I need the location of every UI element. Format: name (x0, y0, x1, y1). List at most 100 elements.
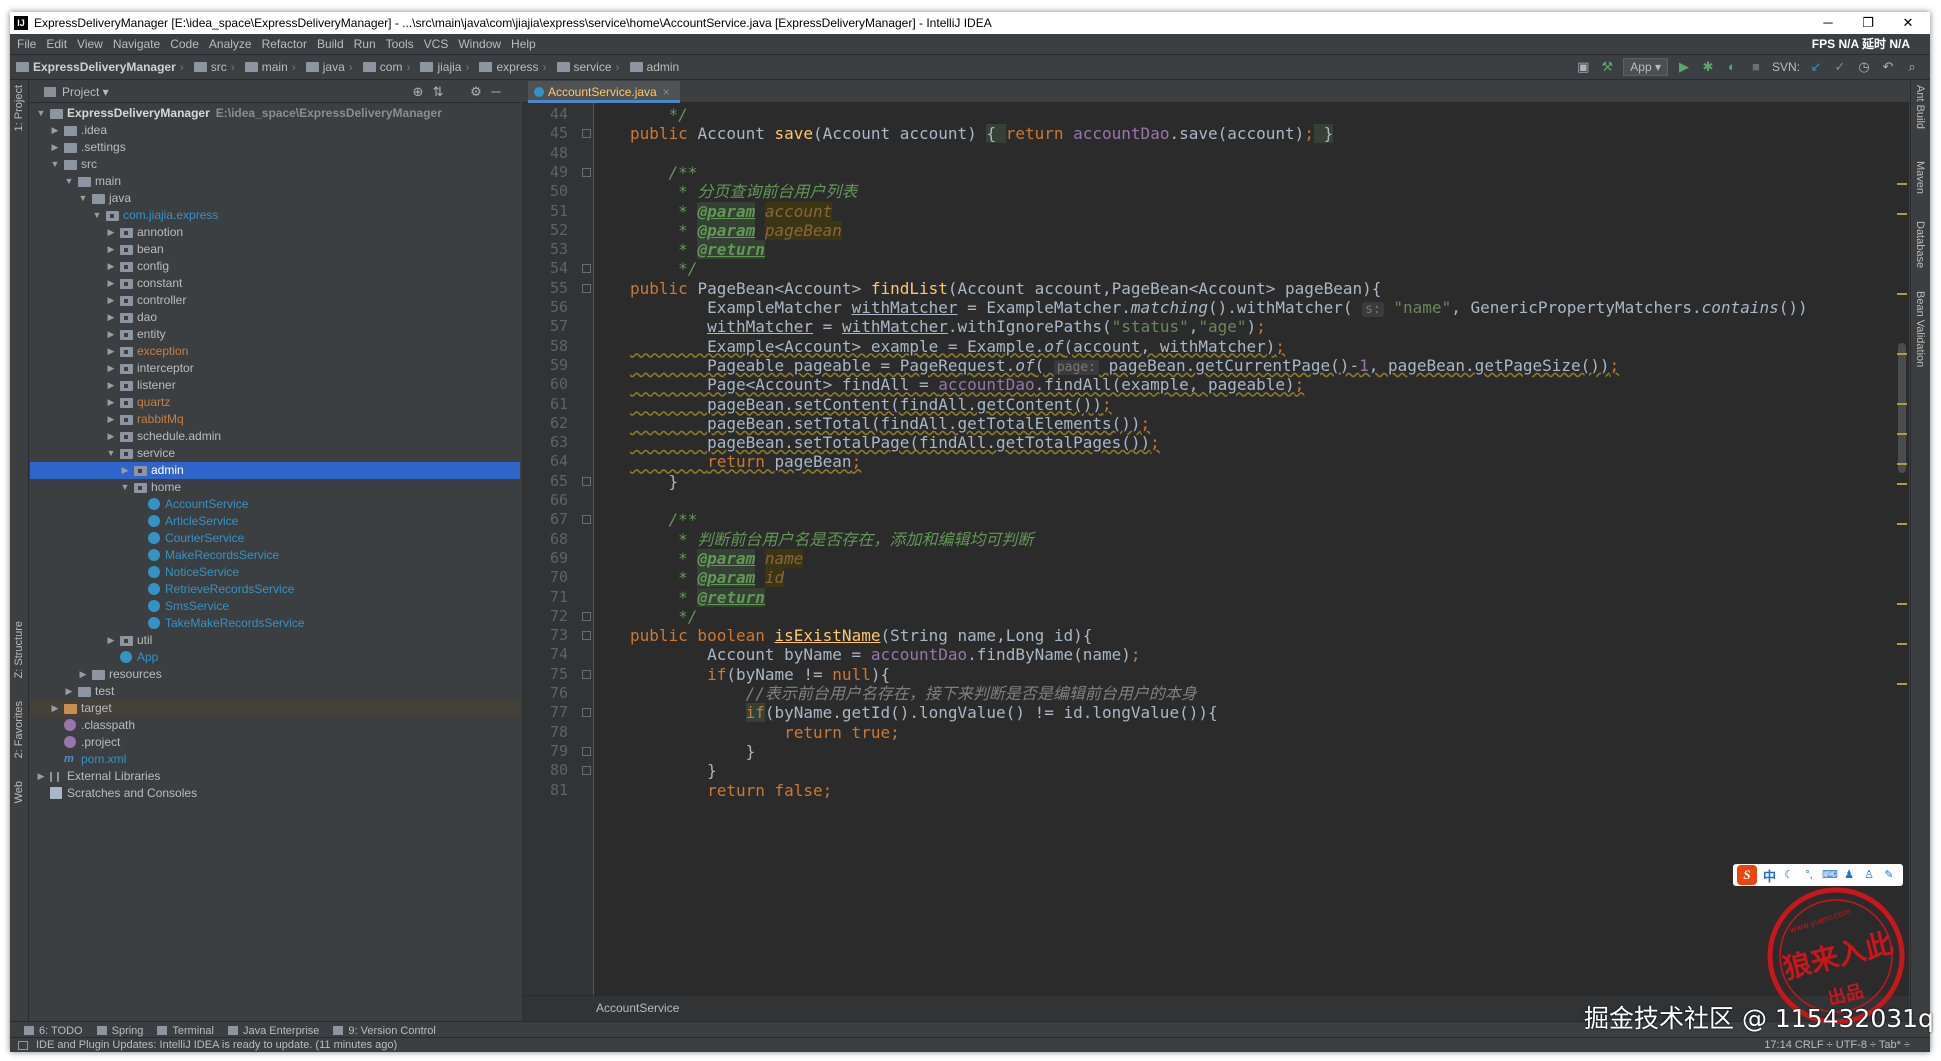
tree-node-constant[interactable]: ▶ constant (30, 275, 520, 292)
tree-node-interceptor[interactable]: ▶ interceptor (30, 360, 520, 377)
chevron-down-icon[interactable]: ▼ (106, 445, 116, 462)
user-icon[interactable]: ♟ (1842, 868, 1856, 882)
chevron-down-icon[interactable]: ▼ (92, 207, 102, 224)
menu-item-navigate[interactable]: Navigate (108, 34, 165, 54)
tree-node-classpath[interactable]: .classpath (30, 717, 520, 734)
project-tool-button[interactable]: 1: Project (13, 85, 25, 131)
chevron-right-icon[interactable]: ▶ (106, 292, 116, 309)
tree-node-resources[interactable]: ▶ resources (30, 666, 520, 683)
code-view[interactable]: */public Account save(Account account) {… (594, 103, 1909, 995)
menu-item-tools[interactable]: Tools (381, 34, 419, 54)
run-config-select[interactable]: App ▾ (1623, 58, 1668, 76)
menu-item-window[interactable]: Window (453, 34, 506, 54)
ant-build-tool-button[interactable]: Ant Build (1914, 85, 1926, 129)
tree-node-rabbitmq[interactable]: ▶ rabbitMq (30, 411, 520, 428)
editor-scrollbar[interactable] (1895, 103, 1909, 995)
status-position[interactable]: 17:14 CRLF ÷ UTF-8 ÷ Tab* ÷ (1764, 1038, 1910, 1052)
fold-marker-icon[interactable] (582, 167, 591, 177)
tree-node-accountservice[interactable]: AccountService (30, 496, 520, 513)
menu-item-run[interactable]: Run (349, 34, 381, 54)
tree-node-annotion[interactable]: ▶ annotion (30, 224, 520, 241)
chevron-down-icon[interactable]: ▼ (36, 105, 46, 122)
chevron-right-icon[interactable]: ▶ (50, 139, 60, 156)
title-bar[interactable]: IJ ExpressDeliveryManager [E:\idea_space… (10, 12, 1930, 34)
wrench-icon[interactable]: ✎ (1882, 868, 1896, 882)
warning-marker[interactable] (1897, 603, 1907, 605)
menu-item-refactor[interactable]: Refactor (257, 34, 312, 54)
tree-node-src[interactable]: ▼ src (30, 156, 520, 173)
chevron-down-icon[interactable]: ▼ (50, 156, 60, 173)
tree-node-util[interactable]: ▶ util (30, 632, 520, 649)
tree-node-idea[interactable]: ▶ .idea (30, 122, 520, 139)
tree-node-quartz[interactable]: ▶ quartz (30, 394, 520, 411)
stop-icon[interactable]: ■ (1748, 59, 1764, 75)
chevron-right-icon[interactable]: ▶ (50, 700, 60, 717)
history-icon[interactable]: ◷ (1856, 59, 1872, 75)
ime-toolbar[interactable]: S 中 ☾ °, ⌨ ♟ ♙ ✎ (1733, 864, 1903, 886)
tree-node-controller[interactable]: ▶ controller (30, 292, 520, 309)
tree-node-takemakerecordsservice[interactable]: TakeMakeRecordsService (30, 615, 520, 632)
tree-node-external-libraries[interactable]: ▶ External Libraries (30, 768, 520, 785)
tree-node-courierservice[interactable]: CourierService (30, 530, 520, 547)
tree-node-config[interactable]: ▶ config (30, 258, 520, 275)
project-view-select[interactable]: Project ▾ (44, 81, 109, 103)
maximize-button[interactable]: ❐ (1848, 12, 1888, 34)
warning-marker[interactable] (1897, 483, 1907, 485)
tree-node-listener[interactable]: ▶ listener (30, 377, 520, 394)
chevron-right-icon[interactable]: ▶ (64, 683, 74, 700)
chevron-down-icon[interactable]: ▼ (64, 173, 74, 190)
menu-item-code[interactable]: Code (165, 34, 204, 54)
warning-marker[interactable] (1897, 293, 1907, 295)
tab-accountservice[interactable]: AccountService.java × (528, 81, 680, 103)
fold-marker-icon[interactable] (582, 746, 591, 756)
fold-marker-icon[interactable] (582, 611, 591, 621)
tree-node-scratches-and-consoles[interactable]: Scratches and Consoles (30, 785, 520, 802)
tree-node-expressdeliverymanager[interactable]: ▼ ExpressDeliveryManager E:\idea_space\Exp… (30, 105, 520, 122)
chevron-down-icon[interactable]: ▼ (78, 190, 88, 207)
tree-node-smsservice[interactable]: SmsService (30, 598, 520, 615)
menu-item-view[interactable]: View (72, 34, 108, 54)
search-icon[interactable]: ⌕ (1904, 59, 1920, 75)
chevron-right-icon[interactable]: ▶ (106, 377, 116, 394)
build-icon[interactable]: ▣ (1575, 59, 1591, 75)
run-icon[interactable]: ▶ (1676, 59, 1692, 75)
hammer-icon[interactable]: ⚒ (1599, 59, 1615, 75)
settings-gear-icon[interactable]: ⚙ (468, 81, 484, 103)
breadcrumb-item[interactable]: service › (551, 55, 620, 79)
tree-node-target[interactable]: ▶ target (30, 700, 520, 717)
chevron-right-icon[interactable]: ▶ (106, 309, 116, 326)
structure-tool-button[interactable]: Z: Structure (13, 621, 25, 678)
warning-marker[interactable] (1897, 353, 1907, 355)
tree-node-entity[interactable]: ▶ entity (30, 326, 520, 343)
fold-marker-icon[interactable] (582, 766, 591, 776)
tree-node-service[interactable]: ▼ service (30, 445, 520, 462)
warning-marker[interactable] (1897, 643, 1907, 645)
svn-commit-icon[interactable]: ✓ (1832, 59, 1848, 75)
close-button[interactable]: ✕ (1888, 12, 1928, 34)
warning-marker[interactable] (1897, 683, 1907, 685)
keyboard-icon[interactable]: ⌨ (1822, 868, 1838, 882)
hide-panel-icon[interactable]: ─ (488, 81, 504, 103)
tree-node-home[interactable]: ▼ home (30, 479, 520, 496)
warning-marker[interactable] (1897, 403, 1907, 405)
fold-marker-icon[interactable] (582, 264, 591, 274)
tree-node-dao[interactable]: ▶ dao (30, 309, 520, 326)
menu-item-edit[interactable]: Edit (41, 34, 72, 54)
tree-node-schedule-admin[interactable]: ▶ schedule.admin (30, 428, 520, 445)
fold-marker-icon[interactable] (582, 129, 591, 139)
menu-item-file[interactable]: File (12, 34, 41, 54)
chevron-right-icon[interactable]: ▶ (106, 258, 116, 275)
menu-item-vcs[interactable]: VCS (419, 34, 454, 54)
tree-node-settings[interactable]: ▶ .settings (30, 139, 520, 156)
breadcrumb-item[interactable]: src › (188, 55, 235, 79)
ime-language[interactable]: 中 (1763, 866, 1776, 885)
warning-marker[interactable] (1897, 213, 1907, 215)
tree-node-noticeservice[interactable]: NoticeService (30, 564, 520, 581)
tree-node-main[interactable]: ▼ main (30, 173, 520, 190)
chevron-right-icon[interactable]: ▶ (106, 632, 116, 649)
scrollbar-thumb[interactable] (1898, 343, 1906, 473)
fold-marker-icon[interactable] (582, 631, 591, 641)
tree-node-app[interactable]: App (30, 649, 520, 666)
chevron-right-icon[interactable]: ▶ (50, 122, 60, 139)
chevron-down-icon[interactable]: ▼ (120, 479, 130, 496)
